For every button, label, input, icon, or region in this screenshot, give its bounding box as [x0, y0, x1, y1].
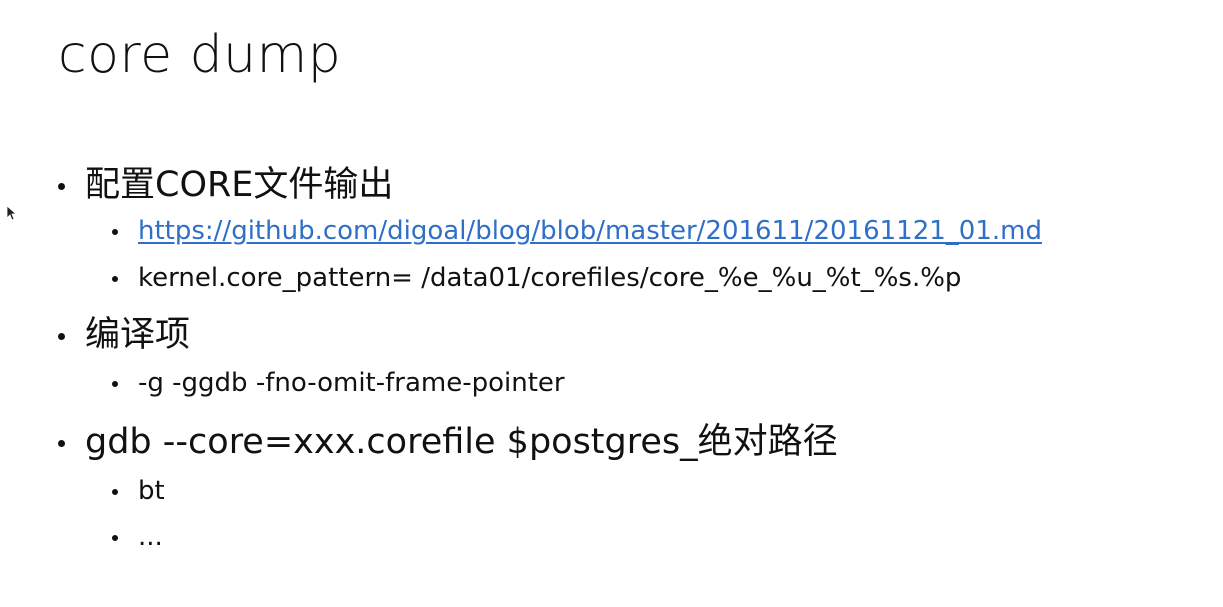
bullet-gdb-command: gdb --core=xxx.corefile $postgres_绝对路径: [58, 420, 838, 464]
slide-title: core dump: [58, 25, 342, 85]
sub-bullet-core-pattern: kernel.core_pattern= /data01/corefiles/c…: [112, 261, 961, 295]
bullet-dot: [112, 489, 118, 495]
bullet-dot: [112, 381, 118, 387]
bullet-text: ...: [138, 522, 163, 552]
sub-bullet-bt: bt: [112, 474, 165, 508]
bullet-compile-options: 编译项: [58, 313, 190, 357]
bullet-dot: [112, 535, 118, 541]
bullet-dot: [58, 183, 65, 190]
bullet-text: gdb --core=xxx.corefile $postgres_绝对路径: [85, 422, 838, 462]
bullet-dot: [58, 333, 65, 340]
sub-bullet-compile-flags: -g -ggdb -fno-omit-frame-pointer: [112, 366, 565, 400]
bullet-dot: [112, 229, 118, 235]
bullet-dot: [58, 440, 65, 447]
bullet-text: 编译项: [85, 315, 191, 355]
slide: core dump 配置CORE文件输出 https://github.com/…: [0, 0, 1223, 607]
mouse-pointer-icon: [6, 205, 16, 221]
bullet-text: -g -ggdb -fno-omit-frame-pointer: [138, 368, 565, 398]
bullet-text: 配置CORE文件输出: [85, 165, 394, 205]
bullet-text: bt: [138, 476, 165, 506]
sub-bullet-ellipsis: ...: [112, 520, 163, 554]
sub-bullet-blog-link[interactable]: https://github.com/digoal/blog/blob/mast…: [112, 214, 1042, 248]
bullet-text: kernel.core_pattern= /data01/corefiles/c…: [138, 263, 962, 293]
bullet-dot: [112, 276, 118, 282]
blog-link[interactable]: https://github.com/digoal/blog/blob/mast…: [138, 214, 1042, 248]
bullet-configure-core-output: 配置CORE文件输出: [58, 163, 393, 207]
